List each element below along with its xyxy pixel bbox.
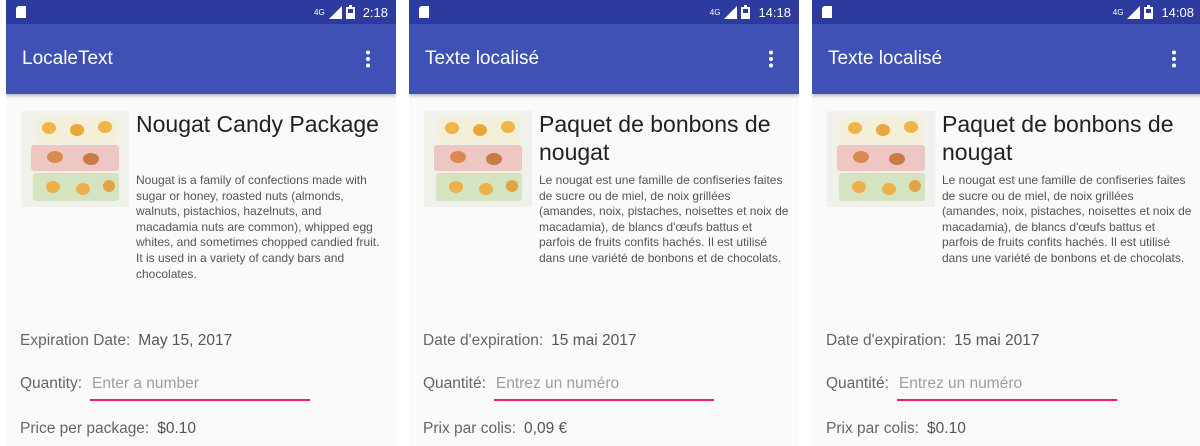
expiration-row: Date d'expiration: 15 mai 2017 (423, 332, 636, 350)
sd-card-icon (822, 6, 832, 18)
product-title: Paquet de bonbons de nougat (942, 111, 1174, 165)
app-bar: LocaleText (6, 24, 396, 94)
overflow-menu-button[interactable] (759, 39, 783, 79)
signal-icon (328, 5, 342, 19)
content-area: Paquet de bonbons de nougat Le nougat es… (409, 94, 799, 446)
app-bar: Texte localisé (812, 24, 1200, 94)
expiration-label: Expiration Date: (20, 332, 131, 349)
quantity-label: Quantité: (423, 375, 486, 392)
price-value: $0.10 (927, 420, 966, 437)
price-value: $0.10 (157, 420, 197, 437)
status-bar: 4G 2:18 (6, 0, 396, 24)
battery-icon (741, 5, 751, 19)
more-vert-icon (366, 50, 370, 68)
expiration-label: Date d'expiration: (423, 332, 544, 349)
overflow-menu-button[interactable] (356, 39, 380, 79)
expiration-label: Date d'expiration: (826, 332, 947, 349)
more-vert-icon (1172, 50, 1176, 68)
price-label: Price per package: (20, 420, 150, 437)
battery-icon (1144, 5, 1154, 19)
quantity-label: Quantity: (20, 375, 83, 392)
product-description: Le nougat est une famille de confiseries… (539, 173, 789, 265)
app-title: Texte localisé (425, 48, 540, 69)
sd-card-icon (16, 6, 26, 18)
network-type-label: 4G (314, 7, 325, 17)
status-time: 2:18 (362, 4, 388, 20)
expiration-row: Date d'expiration: 15 mai 2017 (826, 332, 1039, 350)
app-title: LocaleText (22, 48, 113, 69)
quantity-input[interactable] (90, 375, 311, 401)
product-image (21, 111, 129, 207)
quantity-input[interactable] (493, 375, 714, 401)
status-bar: 4G 14:08 (812, 0, 1200, 24)
product-description: Nougat is a family of confections made w… (136, 173, 380, 281)
quantity-row: Quantité: (826, 375, 1117, 401)
signal-icon (1127, 5, 1141, 19)
phone-english: 4G 2:18 LocaleText Nougat Candy Package … (6, 0, 396, 446)
app-title: Texte localisé (828, 48, 943, 69)
product-title: Paquet de bonbons de nougat (539, 111, 771, 165)
more-vert-icon (769, 50, 773, 68)
expiration-value: May 15, 2017 (138, 332, 233, 349)
sd-card-icon (419, 6, 429, 18)
status-time: 14:18 (758, 4, 791, 20)
price-row: Prix par colis: $0.10 (826, 420, 966, 438)
phone-french-default-currency: 4G 14:08 Texte localisé Paquet de bonbon… (812, 0, 1200, 446)
quantity-row: Quantity: (20, 375, 311, 401)
network-type-label: 4G (709, 7, 721, 17)
product-title: Nougat Candy Package (136, 111, 379, 137)
price-label: Prix par colis: (826, 420, 920, 437)
quantity-input[interactable] (896, 375, 1117, 401)
quantity-row: Quantité: (423, 375, 714, 401)
product-description: Le nougat est une famille de confiseries… (942, 173, 1192, 265)
overflow-menu-button[interactable] (1162, 39, 1186, 79)
quantity-label: Quantité: (826, 375, 889, 392)
price-label: Prix par colis: (423, 420, 517, 437)
expiration-row: Expiration Date: May 15, 2017 (20, 332, 232, 350)
signal-icon (724, 5, 738, 19)
content-area: Paquet de bonbons de nougat Le nougat es… (812, 94, 1200, 446)
product-image (424, 111, 532, 207)
network-type-label: 4G (1112, 7, 1124, 17)
expiration-value: 15 mai 2017 (954, 332, 1040, 349)
price-value: 0,09 € (524, 420, 568, 437)
product-image (827, 111, 935, 207)
content-area: Nougat Candy Package Nougat is a family … (6, 94, 396, 446)
battery-icon (345, 5, 355, 19)
expiration-value: 15 mai 2017 (551, 332, 637, 349)
price-row: Price per package: $0.10 (20, 420, 196, 438)
app-bar: Texte localisé (409, 24, 799, 94)
price-row: Prix par colis: 0,09 € (423, 420, 567, 438)
phone-french-localized: 4G 14:18 Texte localisé Paquet de bonbon… (409, 0, 799, 446)
status-bar: 4G 14:18 (409, 0, 799, 24)
status-time: 14:08 (1161, 4, 1194, 20)
